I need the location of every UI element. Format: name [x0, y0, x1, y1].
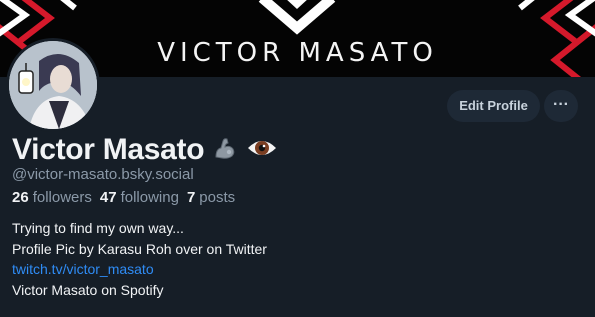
posts-stat: 7 posts: [187, 189, 235, 206]
name-row: Victor Masato: [12, 132, 278, 168]
avatar-image: [9, 41, 97, 129]
bio: Trying to find my own way... Profile Pic…: [12, 218, 267, 300]
following-label: following: [120, 189, 179, 206]
following-count: 47: [99, 189, 117, 206]
bio-line: Victor Masato on Spotify: [12, 281, 164, 298]
more-icon: ···: [553, 96, 569, 113]
followers-count: 26: [12, 189, 29, 206]
handle: @victor-masato.bsky.social: [12, 166, 194, 183]
flexed-biceps-icon: [212, 135, 238, 166]
posts-label: posts: [199, 189, 236, 206]
more-options-button[interactable]: ···: [544, 90, 578, 122]
followers-stat[interactable]: 26 followers: [12, 189, 92, 206]
bio-line: Trying to find my own way...: [12, 220, 184, 236]
edit-profile-button[interactable]: Edit Profile: [447, 90, 540, 122]
followers-label: followers: [32, 189, 92, 206]
twitch-link[interactable]: twitch.tv/victor_masato: [12, 259, 267, 280]
avatar[interactable]: [6, 38, 100, 132]
bio-line: Profile Pic by Karasu Roh over on Twitte…: [12, 240, 267, 257]
following-stat[interactable]: 47 following: [100, 189, 179, 206]
eye-icon: [246, 135, 278, 166]
profile-stats: 26 followers 47 following 7 posts: [12, 189, 235, 206]
posts-count: 7: [186, 189, 196, 206]
display-name: Victor Masato: [12, 133, 205, 166]
